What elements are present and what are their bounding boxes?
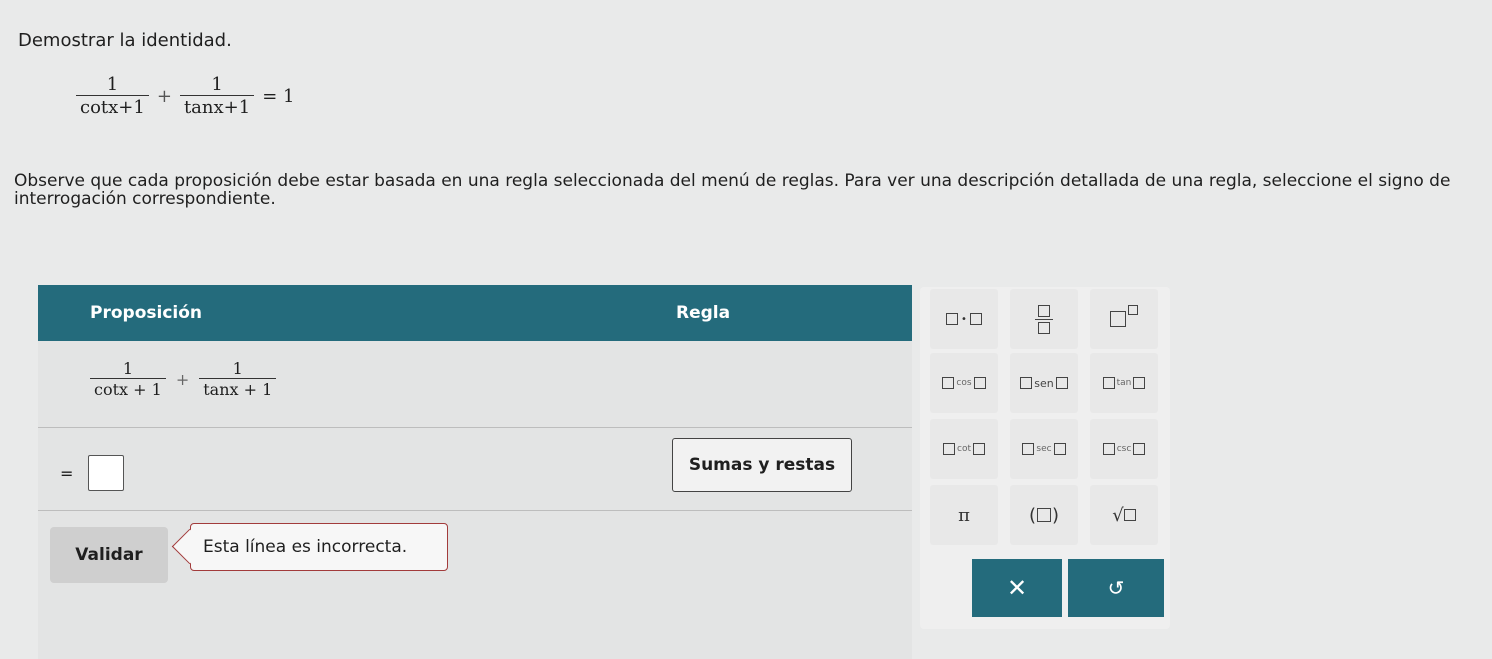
proof-row-1: 1 cotx + 1 + 1 tanx + 1 <box>38 341 912 428</box>
validate-button[interactable]: Validar <box>50 527 168 583</box>
rule-selector[interactable]: Sumas y restas <box>672 438 852 492</box>
cos-key[interactable]: cos <box>930 353 998 413</box>
header-proposition: Proposición <box>90 303 203 323</box>
instructions-text: Observe que cada proposición debe estar … <box>14 171 1451 209</box>
identity-equation: 1 cotx+1 + 1 tanx+1 = 1 <box>76 74 294 118</box>
clear-button[interactable]: ✕ <box>972 559 1062 617</box>
numerator: 1 <box>106 74 119 95</box>
parentheses-key[interactable]: () <box>1010 485 1078 545</box>
identity-rhs: = 1 <box>262 85 295 107</box>
identity-term1: 1 cotx+1 <box>76 74 149 118</box>
answer-input[interactable] <box>88 455 124 491</box>
fraction-key[interactable] <box>1010 289 1078 349</box>
plus-sign: + <box>156 85 172 107</box>
denominator: cotx+1 <box>76 95 149 118</box>
denominator: cotx + 1 <box>90 378 166 399</box>
proof-row-2: = Sumas y restas <box>38 428 912 511</box>
proof-table-header: Proposición Regla <box>38 285 912 341</box>
equals-sign: = <box>60 464 74 483</box>
feedback-text: Esta línea es incorrecta. <box>203 537 408 557</box>
identity-term2: 1 tanx+1 <box>179 74 255 118</box>
tan-key[interactable]: tan <box>1090 353 1158 413</box>
sec-key[interactable]: sec <box>1010 419 1078 479</box>
numerator: 1 <box>211 74 223 95</box>
exponent-key[interactable] <box>1090 289 1158 349</box>
numerator: 1 <box>122 359 133 378</box>
multiply-key[interactable]: • <box>930 289 998 349</box>
sen-key[interactable]: sen <box>1010 353 1078 413</box>
denominator: tanx+1 <box>179 95 255 118</box>
csc-key[interactable]: csc <box>1090 419 1158 479</box>
plus-sign: + <box>175 369 190 389</box>
header-rule: Regla <box>676 303 731 323</box>
sqrt-key[interactable]: √ <box>1090 485 1158 545</box>
undo-button[interactable]: ↺ <box>1068 559 1164 617</box>
pi-key[interactable]: π <box>930 485 998 545</box>
feedback-message: Esta línea es incorrecta. <box>190 523 448 571</box>
statement-term1: 1 cotx + 1 <box>90 359 166 399</box>
prompt-title: Demostrar la identidad. <box>18 30 232 51</box>
math-palette: • cos sen tan cot sec csc π () √ ✕ ↺ <box>920 287 1170 629</box>
statement-term2: 1 tanx + 1 <box>199 359 277 399</box>
proof-table: Proposición Regla 1 cotx + 1 + 1 tanx + … <box>38 285 912 659</box>
statement-expression: 1 cotx + 1 + 1 tanx + 1 <box>90 359 277 399</box>
cot-key[interactable]: cot <box>930 419 998 479</box>
denominator: tanx + 1 <box>199 378 277 399</box>
numerator: 1 <box>232 359 243 378</box>
